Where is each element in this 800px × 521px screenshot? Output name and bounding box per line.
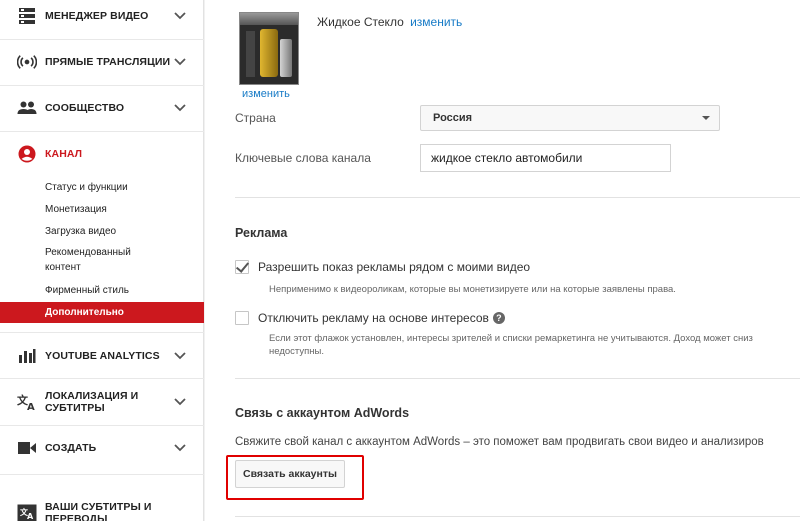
note-line: недоступны. <box>269 346 324 357</box>
channel-name-row: Жидкое Стекло изменить <box>317 15 462 29</box>
country-label: Страна <box>235 111 276 125</box>
nav-label: СООБЩЕСТВО <box>45 102 125 114</box>
live-broadcast-icon <box>17 52 37 72</box>
svg-text:A: A <box>27 512 34 521</box>
subnav-upload[interactable]: Загрузка видео <box>0 225 204 239</box>
nav-label-line1: ВАШИ СУБТИТРЫ И <box>45 501 152 513</box>
nav-label: ВАШИ СУБТИТРЫ И ПЕРЕВОДЫ <box>45 501 152 521</box>
country-select[interactable]: Россия <box>420 105 720 131</box>
community-icon <box>17 98 37 118</box>
sidebar: МЕНЕДЖЕР ВИДЕО ПРЯМЫЕ ТРАНСЛЯЦИИ СООБЩЕС… <box>0 0 204 521</box>
link-accounts-button[interactable]: Связать аккаунты <box>235 460 345 488</box>
nav-your-subtitles[interactable]: 文A ВАШИ СУБТИТРЫ И ПЕРЕВОДЫ <box>0 498 204 521</box>
subnav-monetization[interactable]: Монетизация <box>0 203 204 217</box>
svg-text:A: A <box>27 402 35 411</box>
chevron-down-icon[interactable] <box>173 351 187 361</box>
keywords-label: Ключевые слова канала <box>235 151 371 165</box>
nav-label: КАНАЛ <box>45 148 83 160</box>
help-icon[interactable]: ? <box>492 312 505 324</box>
chevron-down-icon[interactable] <box>173 11 187 21</box>
disable-interest-ads-label: Отключить рекламу на основе интересов <box>258 311 489 325</box>
adwords-section-title: Связь с аккаунтом AdWords <box>235 406 410 420</box>
subnav-status[interactable]: Статус и функции <box>0 181 204 195</box>
thumbnail-band <box>240 13 298 25</box>
nav-analytics[interactable]: YOUTUBE ANALYTICS <box>0 341 204 371</box>
nav-label-line2: СУБТИТРЫ <box>45 402 105 414</box>
nav-label: СОЗДАТЬ <box>45 442 97 454</box>
divider <box>0 131 204 132</box>
divider <box>0 378 204 379</box>
subnav-label-line1: Рекомендованный <box>45 247 131 258</box>
subnav-advanced[interactable]: Дополнительно <box>0 302 204 323</box>
note-line: Если этот флажок установлен, интересы зр… <box>269 333 753 344</box>
divider <box>0 474 204 475</box>
nav-label-line2: ПЕРЕВОДЫ <box>45 513 108 521</box>
divider <box>0 39 204 40</box>
allow-ads-label: Разрешить показ рекламы рядом с моими ви… <box>258 260 531 274</box>
nav-label: YOUTUBE ANALYTICS <box>45 350 160 362</box>
divider <box>0 332 204 333</box>
allow-ads-note: Неприменимо к видеороликам, которые вы м… <box>269 284 676 295</box>
country-select-value: Россия <box>433 112 473 124</box>
nav-label: МЕНЕДЖЕР ВИДЕО <box>45 10 149 22</box>
chevron-down-icon[interactable] <box>173 443 187 453</box>
nav-label: ЛОКАЛИЗАЦИЯ И СУБТИТРЫ <box>45 390 138 414</box>
chevron-down-icon[interactable] <box>173 57 187 67</box>
channel-thumbnail[interactable] <box>239 12 299 85</box>
disable-interest-ads-checkbox[interactable] <box>235 311 249 325</box>
divider <box>0 425 204 426</box>
advanced-settings-panel: изменить Жидкое Стекло изменить Страна Р… <box>205 0 800 521</box>
allow-ads-checkbox[interactable] <box>235 260 249 274</box>
nav-community[interactable]: СООБЩЕСТВО <box>0 93 204 123</box>
nav-video-manager[interactable]: МЕНЕДЖЕР ВИДЕО <box>0 1 204 31</box>
subnav-branding[interactable]: Фирменный стиль <box>0 284 204 298</box>
disable-interest-ads-note: Если этот флажок установлен, интересы зр… <box>269 332 753 358</box>
keywords-input[interactable]: жидкое стекло автомобили <box>420 144 671 172</box>
translate-icon: 文A <box>17 392 37 412</box>
nav-label: ПРЯМЫЕ ТРАНСЛЯЦИИ <box>45 56 171 68</box>
channel-name: Жидкое Стекло <box>317 15 404 29</box>
subtitles-icon: 文A <box>17 503 37 521</box>
chevron-down-icon[interactable] <box>173 397 187 407</box>
divider <box>0 85 204 86</box>
nav-channel[interactable]: КАНАЛ <box>0 139 204 169</box>
analytics-icon <box>17 346 37 366</box>
divider <box>235 197 800 198</box>
change-channel-name-link[interactable]: изменить <box>410 15 462 29</box>
subnav-label-line2: контент <box>45 262 81 273</box>
nav-live[interactable]: ПРЯМЫЕ ТРАНСЛЯЦИИ <box>0 47 204 77</box>
ads-section-title: Реклама <box>235 226 288 240</box>
divider <box>235 516 800 517</box>
create-camera-icon <box>17 438 37 458</box>
thumbnail-bottle <box>260 29 278 77</box>
thumbnail-bottle <box>280 39 292 77</box>
video-manager-icon <box>17 6 37 26</box>
channel-user-icon <box>17 144 37 164</box>
adwords-description: Свяжите свой канал с аккаунтом AdWords –… <box>235 436 764 448</box>
nav-label-line1: ЛОКАЛИЗАЦИЯ И <box>45 390 139 402</box>
thumbnail-stripe <box>246 31 255 77</box>
divider <box>235 378 800 379</box>
change-thumbnail-link[interactable]: изменить <box>242 88 290 100</box>
nav-create[interactable]: СОЗДАТЬ <box>0 433 204 463</box>
chevron-down-icon[interactable] <box>173 103 187 113</box>
dropdown-caret-icon <box>702 116 710 120</box>
nav-localization[interactable]: 文A ЛОКАЛИЗАЦИЯ И СУБТИТРЫ <box>0 387 204 417</box>
disable-interest-ads-row: Отключить рекламу на основе интересов? <box>258 311 505 325</box>
subnav-featured[interactable]: Рекомендованный контент <box>0 246 204 275</box>
